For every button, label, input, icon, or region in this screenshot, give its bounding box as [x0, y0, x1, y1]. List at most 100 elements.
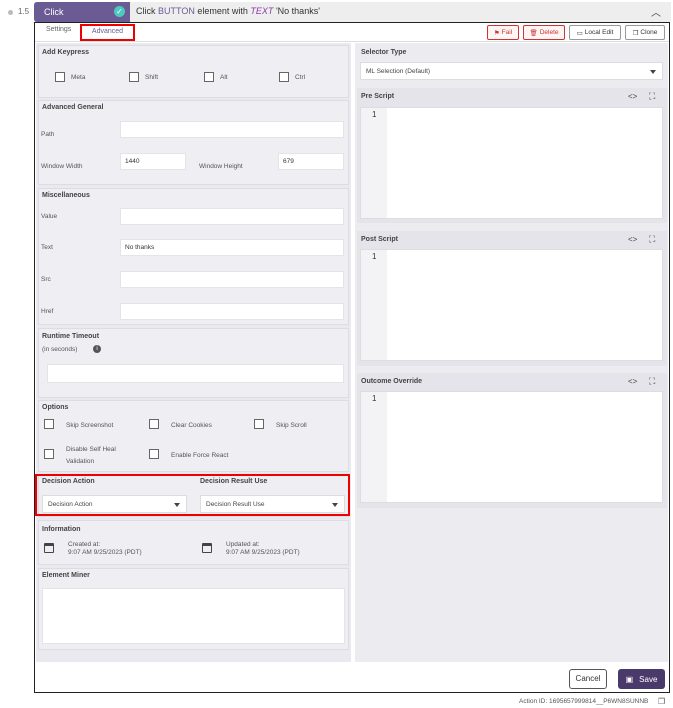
enable-force-react-label: Enable Force React	[171, 452, 229, 459]
window-width-label: Window Width	[41, 163, 83, 170]
disable-self-heal-checkbox[interactable]	[44, 449, 54, 459]
value-input[interactable]	[120, 208, 344, 225]
outcome-override-title: Outcome Override	[361, 378, 423, 385]
selector-type-value: ML Selection (Default)	[366, 68, 431, 75]
selector-type-title: Selector Type	[361, 49, 407, 56]
code-icon[interactable]: <>	[628, 377, 637, 386]
ctrl-label: Ctrl	[295, 74, 306, 81]
updated-value: 9:07 AM 9/25/2023 (PDT)	[226, 549, 300, 556]
desc-by: TEXT	[250, 6, 274, 16]
advanced-general-card	[38, 100, 349, 185]
information-title: Information	[42, 526, 81, 533]
href-label: Href	[41, 308, 54, 315]
delete-label: Delete	[539, 29, 559, 36]
fail-label: Fail	[501, 29, 513, 36]
outcome-override-editor[interactable]: 1	[360, 391, 663, 503]
skip-screenshot-checkbox[interactable]	[44, 419, 54, 429]
action-id: Action ID: 1695657999814__P6WN8SUNNB	[519, 698, 649, 705]
edit-icon: ▭	[576, 29, 583, 37]
expand-icon[interactable]: ⛶	[649, 376, 655, 387]
runtime-title: Runtime Timeout	[42, 333, 100, 340]
src-label: Src	[41, 276, 51, 283]
delete-button[interactable]: 🗑 Delete	[523, 25, 565, 40]
tab-settings[interactable]: Settings	[46, 26, 71, 33]
selector-type-select[interactable]: ML Selection (Default)	[360, 62, 663, 80]
shift-checkbox[interactable]	[129, 72, 139, 82]
step-description: Click BUTTON element with TEXT 'No thank…	[136, 6, 320, 16]
desc-prefix: Click	[136, 6, 156, 16]
enable-force-react-checkbox[interactable]	[149, 449, 159, 459]
fail-button[interactable]: ⚑ Fail	[487, 25, 519, 40]
options-title: Options	[42, 404, 69, 411]
code-icon[interactable]: <>	[628, 92, 637, 101]
window-width-input[interactable]: 1440	[120, 153, 186, 170]
post-script-title: Post Script	[361, 236, 398, 243]
step-dot	[8, 10, 13, 15]
line-gutter: 1	[361, 108, 387, 218]
text-label: Text	[41, 244, 53, 251]
alt-label: Alt	[220, 74, 228, 81]
copy-icon: ❐	[632, 29, 639, 37]
advanced-general-title: Advanced General	[42, 104, 104, 111]
path-label: Path	[41, 131, 55, 138]
info-icon[interactable]: i	[93, 345, 101, 353]
href-input[interactable]	[120, 303, 344, 320]
skip-scroll-label: Skip Scroll	[276, 422, 307, 429]
code-icon[interactable]: <>	[628, 235, 637, 244]
shift-label: Shift	[145, 74, 159, 81]
calendar-icon	[202, 543, 212, 553]
calendar-icon	[44, 543, 54, 553]
created-value: 9:07 AM 9/25/2023 (PDT)	[68, 549, 142, 556]
copy-icon[interactable]: ❐	[658, 697, 665, 706]
clear-cookies-checkbox[interactable]	[149, 419, 159, 429]
desc-type: BUTTON	[158, 6, 195, 16]
misc-title: Miscellaneous	[42, 192, 90, 199]
expand-icon[interactable]: ⛶	[649, 234, 655, 245]
tab-advanced[interactable]: Advanced	[80, 24, 135, 41]
element-miner-area[interactable]	[42, 588, 345, 644]
window-height-input[interactable]: 679	[278, 153, 344, 170]
line-gutter: 1	[361, 250, 387, 360]
trash-icon: 🗑	[529, 29, 538, 37]
expand-icon[interactable]: ⛶	[649, 91, 655, 102]
value-label: Value	[41, 213, 58, 220]
keypress-title: Add Keypress	[42, 49, 90, 56]
disable-self-heal-label-2: Validation	[66, 458, 95, 465]
meta-label: Meta	[71, 74, 86, 81]
save-button[interactable]: ▣ Save	[618, 669, 665, 689]
created-label: Created at:	[68, 541, 101, 548]
desc-value: 'No thanks'	[275, 6, 320, 16]
check-icon: ✓	[114, 6, 125, 17]
updated-label: Updated at:	[226, 541, 260, 548]
ctrl-checkbox[interactable]	[279, 72, 289, 82]
skip-screenshot-label: Skip Screenshot	[66, 422, 114, 429]
disable-self-heal-label-1: Disable Self Heal	[66, 446, 116, 453]
clone-button[interactable]: ❐ Clone	[625, 25, 665, 40]
chevron-up-icon[interactable]: ︿	[651, 4, 661, 19]
meta-checkbox[interactable]	[55, 72, 65, 82]
path-input[interactable]	[120, 121, 344, 138]
cancel-button[interactable]: Cancel	[569, 669, 607, 689]
local-edit-label: Local Edit	[584, 29, 614, 36]
post-script-editor[interactable]: 1	[360, 249, 663, 361]
step-action-pill[interactable]: Click ✓	[34, 2, 130, 22]
caret-down-icon	[650, 70, 656, 74]
window-height-label: Window Height	[199, 163, 243, 170]
line-gutter: 1	[361, 392, 387, 502]
desc-mid: element with	[197, 6, 248, 16]
text-input[interactable]: No thanks	[120, 239, 344, 256]
alt-checkbox[interactable]	[204, 72, 214, 82]
decision-highlight	[35, 474, 350, 516]
save-icon: ▣	[625, 674, 634, 684]
runtime-timeout-input[interactable]	[47, 364, 344, 383]
src-input[interactable]	[120, 271, 344, 288]
local-edit-button[interactable]: ▭ Local Edit	[569, 25, 621, 40]
step-number: 1.5	[18, 7, 30, 16]
pre-script-editor[interactable]: 1	[360, 107, 663, 219]
skip-scroll-checkbox[interactable]	[254, 419, 264, 429]
flag-icon: ⚑	[493, 29, 500, 37]
runtime-sub: (in seconds)	[42, 346, 78, 353]
clear-cookies-label: Clear Cookies	[171, 422, 212, 429]
element-miner-title: Element Miner	[42, 572, 90, 579]
step-action-label: Click	[44, 7, 64, 17]
